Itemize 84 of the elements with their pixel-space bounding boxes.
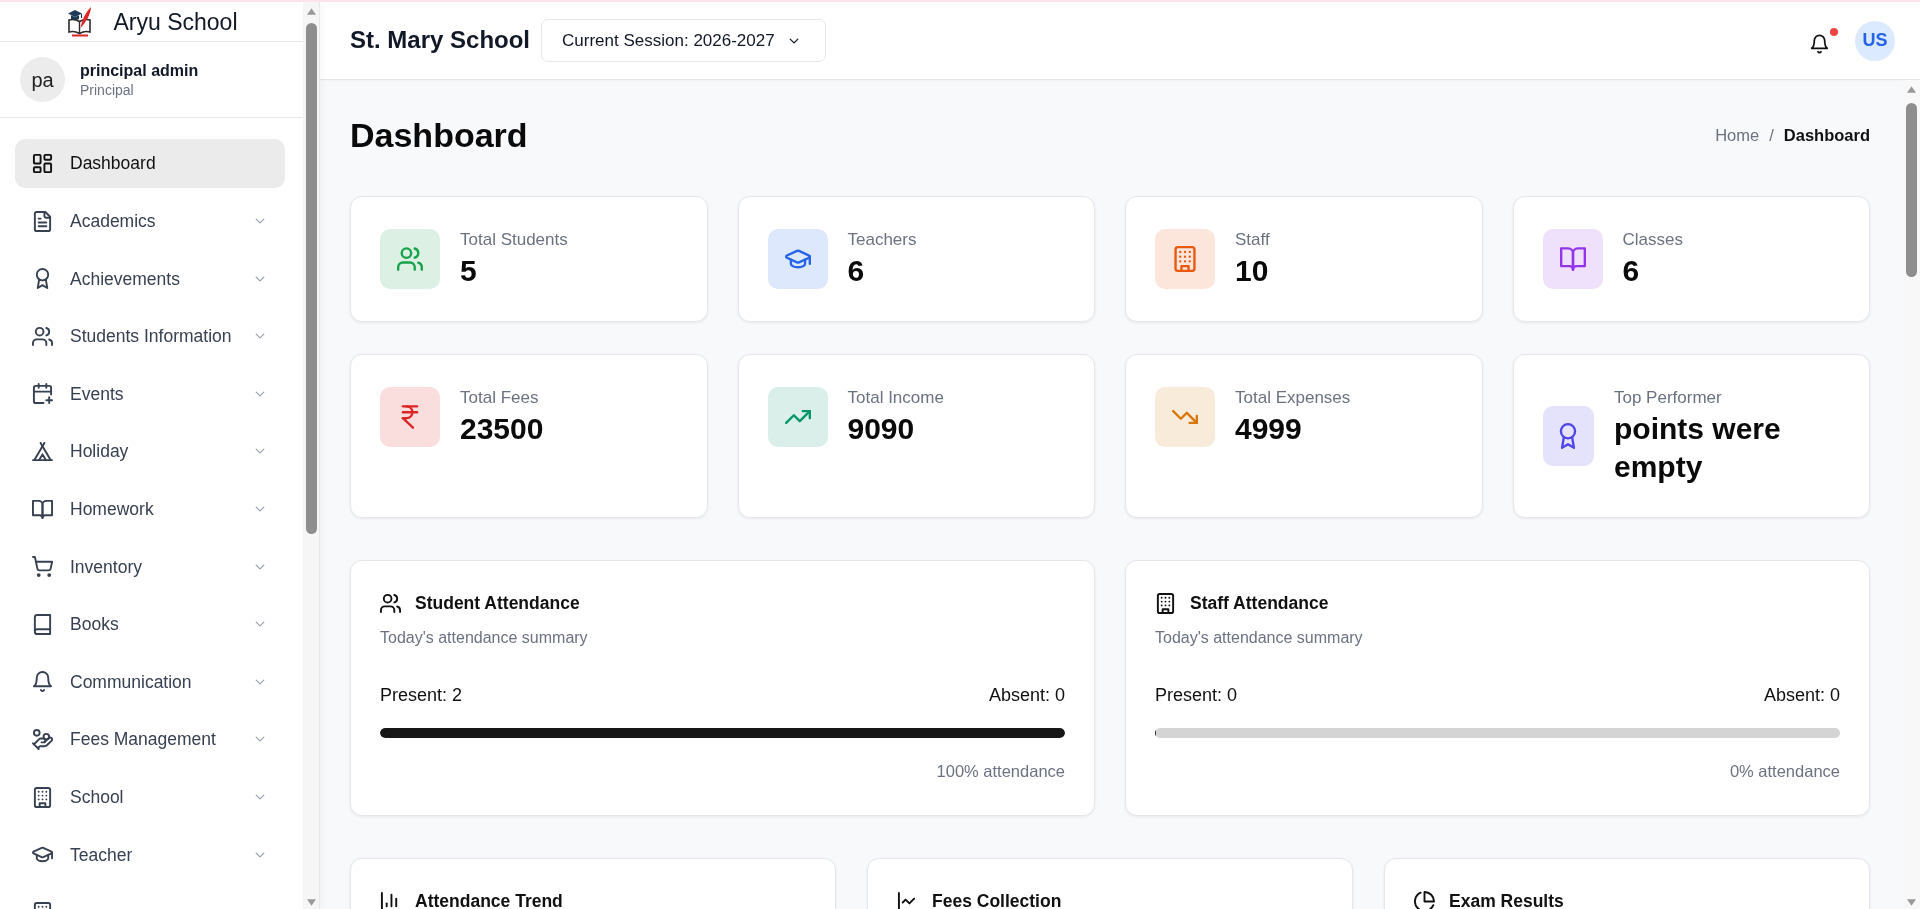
stat-label: Staff bbox=[1235, 229, 1270, 251]
absent-count: Absent: 0 bbox=[1763, 684, 1840, 707]
user-avatar: pa bbox=[20, 57, 65, 102]
scroll-down-icon[interactable] bbox=[306, 899, 316, 906]
user-role: Principal bbox=[80, 80, 135, 99]
layout-grid-icon bbox=[32, 153, 53, 174]
stat-value: 6 bbox=[847, 253, 866, 289]
stat-value: 5 bbox=[460, 253, 478, 289]
present-count: Present: 0 bbox=[1155, 684, 1238, 707]
sidebar-nav-item[interactable]: Holiday bbox=[15, 426, 285, 476]
card-subtitle: Today's attendance summary bbox=[1155, 628, 1364, 648]
absent-count: Absent: 0 bbox=[988, 684, 1065, 707]
scroll-down-icon[interactable] bbox=[1907, 899, 1916, 906]
sidebar-nav-item[interactable]: Events bbox=[15, 369, 285, 419]
cart-icon bbox=[32, 556, 53, 578]
open-book-icon bbox=[1542, 229, 1603, 289]
stat-value: 10 bbox=[1235, 253, 1270, 289]
page-title: Dashboard bbox=[350, 115, 528, 156]
breadcrumb-link[interactable]: Home bbox=[1715, 123, 1760, 148]
scroll-up-icon[interactable] bbox=[306, 8, 316, 15]
building-icon bbox=[1155, 229, 1215, 289]
scrollbar-thumb[interactable] bbox=[1906, 103, 1917, 277]
card-title: Exam Results bbox=[1449, 889, 1564, 909]
card-title: Staff Attendance bbox=[1190, 591, 1329, 615]
users-icon bbox=[380, 592, 401, 614]
user-avatar-button[interactable]: US bbox=[1855, 20, 1895, 61]
users-icon bbox=[380, 229, 440, 289]
sidebar-nav-item[interactable]: Books bbox=[15, 599, 285, 649]
stat-value: 23500 bbox=[460, 411, 544, 447]
stat-label: Classes bbox=[1622, 229, 1683, 251]
stat-label: Total Students bbox=[460, 229, 568, 251]
school-name: St. Mary School bbox=[350, 26, 531, 55]
building-icon bbox=[1155, 592, 1176, 614]
stat-value: 4999 bbox=[1235, 411, 1303, 447]
sidebar-nav-item[interactable]: Academics bbox=[15, 196, 285, 246]
stat-label: Top Performer bbox=[1614, 387, 1723, 409]
users-icon bbox=[32, 325, 53, 347]
stat-label: Teachers bbox=[847, 229, 917, 251]
trending-down-icon bbox=[1155, 387, 1215, 447]
scrollbar-thumb[interactable] bbox=[305, 23, 317, 534]
session-dropdown[interactable]: Current Session: 2026-2027 bbox=[541, 19, 826, 62]
sidebar-nav-item[interactable]: School bbox=[15, 772, 285, 822]
building-icon bbox=[32, 786, 53, 808]
open-book-icon bbox=[32, 498, 53, 520]
trending-up-icon bbox=[767, 387, 828, 447]
book-icon bbox=[32, 613, 53, 635]
sidebar-nav-item[interactable]: Achievements bbox=[15, 254, 285, 304]
attendance-summary: 0% attendance bbox=[1728, 761, 1840, 782]
brand-name: Aryu School bbox=[113, 7, 238, 36]
document-icon bbox=[32, 210, 53, 232]
card-title: Fees Collection bbox=[932, 889, 1062, 909]
card-subtitle: Today's attendance summary bbox=[380, 628, 589, 648]
attendance-summary: 100% attendance bbox=[935, 761, 1065, 782]
stat-label: Total Income bbox=[847, 387, 944, 409]
stat-label: Total Expenses bbox=[1235, 387, 1351, 409]
ribbon-icon bbox=[1542, 406, 1594, 466]
scroll-up-icon[interactable] bbox=[1907, 86, 1916, 93]
calendar-plus-icon bbox=[32, 383, 53, 405]
breadcrumb-separator: / bbox=[1769, 125, 1774, 147]
pie-chart-icon bbox=[1414, 890, 1435, 909]
bell-icon bbox=[1810, 33, 1829, 54]
sidebar-nav-item[interactable]: Dashboard bbox=[15, 139, 285, 188]
stat-label: Total Fees bbox=[460, 387, 540, 409]
hand-icon bbox=[32, 728, 53, 750]
tent-icon bbox=[32, 440, 53, 462]
sidebar-nav-item[interactable]: Students Information bbox=[15, 311, 285, 361]
sidebar-nav-item[interactable]: Teacher bbox=[15, 830, 285, 880]
present-count: Present: 2 bbox=[380, 684, 463, 707]
stat-value: 6 bbox=[1622, 253, 1641, 289]
stat-value: 9090 bbox=[847, 411, 916, 447]
bell-icon bbox=[32, 671, 53, 693]
line-chart-icon bbox=[897, 890, 918, 909]
notifications-button[interactable] bbox=[1810, 27, 1838, 54]
sidebar-nav-item[interactable]: Fees Management bbox=[15, 714, 285, 764]
sidebar-nav-item[interactable]: Inventory bbox=[15, 542, 285, 592]
breadcrumb-current: Dashboard bbox=[1783, 125, 1870, 147]
sidebar-nav-item[interactable]: Communication bbox=[15, 657, 285, 707]
graduation-cap-icon bbox=[767, 229, 828, 289]
stat-value: points were empty bbox=[1614, 411, 1782, 485]
sidebar-nav-item[interactable]: Homework bbox=[15, 484, 285, 534]
card-title: Attendance Trend bbox=[415, 889, 563, 909]
user-name: principal admin bbox=[80, 60, 199, 81]
rupee-icon bbox=[380, 387, 440, 447]
card-title: Student Attendance bbox=[415, 591, 580, 615]
